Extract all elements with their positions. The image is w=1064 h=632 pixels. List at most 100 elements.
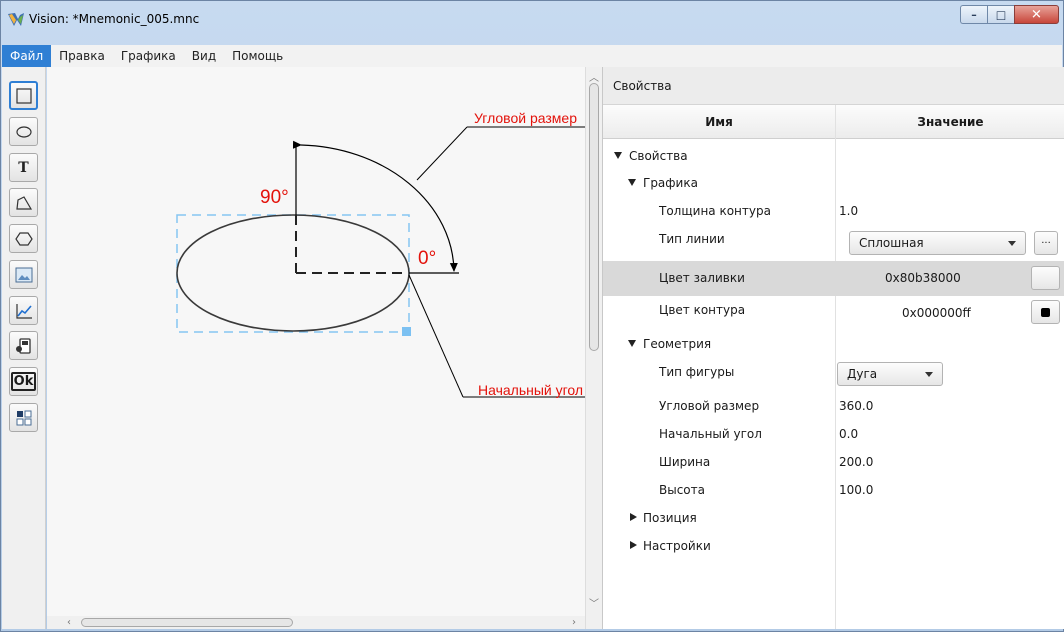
prop-value[interactable]: 200.0 (839, 448, 873, 476)
fill-color-button[interactable] (1031, 266, 1060, 290)
chart-icon (15, 303, 32, 319)
prop-label: Тип линии (659, 232, 725, 246)
prop-value[interactable]: 360.0 (839, 392, 873, 420)
close-button[interactable]: ✕ (1014, 5, 1059, 24)
polygon-tool[interactable] (9, 224, 38, 253)
tree-row-settings[interactable]: Настройки (603, 532, 1064, 560)
tree-row-position[interactable]: Позиция (603, 504, 1064, 532)
prop-row-fill-color[interactable]: Цвет заливки 0x80b38000 (603, 261, 1064, 296)
tools-toolbar: T Ok (2, 67, 46, 629)
prop-label: Цвет контура (659, 303, 746, 317)
app-window: Vision: *Mnemonic_005.mnc – □ ✕ Файл Пра… (0, 0, 1064, 632)
color-swatch (1041, 308, 1050, 317)
expand-down-icon[interactable] (614, 152, 622, 159)
maximize-button[interactable]: □ (987, 5, 1014, 24)
scroll-left-icon[interactable]: ‹ (67, 616, 71, 629)
chevron-down-icon (1008, 241, 1016, 246)
prop-label: Высота (659, 483, 705, 497)
angle-0-label: 0° (418, 248, 437, 269)
scroll-up-icon[interactable]: ︿ (589, 69, 599, 84)
grid-icon (16, 410, 31, 425)
expand-right-icon[interactable] (630, 513, 637, 521)
prop-label: Тип фигуры (659, 365, 735, 379)
leader-angular (416, 126, 468, 181)
leader-start (408, 274, 464, 398)
line-type-more-button[interactable]: ... (1034, 231, 1058, 255)
tree-row-geometry[interactable]: Геометрия (603, 330, 1064, 358)
prop-value[interactable]: 100.0 (839, 476, 873, 504)
properties-panel-title: Свойства (603, 67, 1064, 105)
button-tool[interactable]: Ok (9, 367, 38, 396)
prop-row-stroke-width[interactable]: Толщина контура 1.0 (603, 197, 1064, 225)
menu-graphics[interactable]: Графика (113, 45, 184, 67)
prop-label: Ширина (659, 455, 711, 469)
tree-label-settings: Настройки (643, 539, 711, 553)
line-type-select[interactable]: Сплошная (849, 231, 1026, 255)
drawing-canvas[interactable]: Угловой размер Начальный угол 90° 0° (47, 67, 585, 616)
prop-label: Начальный угол (659, 427, 762, 441)
canvas-hscrollbar[interactable]: ‹ › (47, 616, 585, 629)
tree-row-graphics[interactable]: Графика (603, 169, 1064, 197)
canvas-vscrollbar[interactable]: ︿ ﹀ (585, 67, 602, 629)
prop-row-height[interactable]: Высота 100.0 (603, 476, 1064, 504)
menu-edit[interactable]: Правка (51, 45, 113, 67)
prop-label: Угловой размер (659, 399, 760, 413)
expand-right-icon[interactable] (630, 541, 637, 549)
menu-help[interactable]: Помощь (224, 45, 291, 67)
canvas-drawing (176, 126, 585, 398)
device-tool[interactable] (9, 331, 38, 360)
prop-row-start-angle[interactable]: Начальный угол 0.0 (603, 420, 1064, 448)
scroll-right-icon[interactable]: › (572, 616, 576, 629)
window-title: Vision: *Mnemonic_005.mnc (29, 12, 200, 26)
tree-label-geometry: Геометрия (643, 337, 712, 351)
shape-type-select[interactable]: Дуга (837, 362, 943, 386)
tree-label-graphics: Графика (643, 176, 698, 190)
prop-row-angular-size[interactable]: Угловой размер 360.0 (603, 392, 1064, 420)
prop-value[interactable]: 0.0 (839, 420, 858, 448)
rectangle-tool[interactable] (9, 81, 38, 110)
widget-tool[interactable] (9, 403, 38, 432)
angle-90-label: 90° (260, 187, 289, 208)
hscroll-thumb[interactable] (81, 618, 293, 627)
stroke-color-button[interactable] (1031, 300, 1060, 324)
text-tool[interactable]: T (9, 153, 38, 182)
chevron-down-icon (925, 372, 933, 377)
app-logo-icon (8, 13, 24, 26)
column-header-value[interactable]: Значение (836, 105, 1064, 139)
text-icon: T (18, 159, 29, 176)
menu-view[interactable]: Вид (184, 45, 224, 67)
rectangle-icon (15, 87, 32, 104)
prop-label: Толщина контура (659, 204, 771, 218)
expand-down-icon[interactable] (628, 179, 636, 186)
angular-size-annotation: Угловой размер (474, 110, 577, 126)
properties-panel: Свойства Имя Значение Свойства Графика Т… (602, 67, 1064, 629)
line-type-value: Сплошная (859, 236, 924, 250)
tree-row-root[interactable]: Свойства (603, 142, 1064, 170)
prop-value[interactable]: 0x80b38000 (885, 261, 961, 296)
menu-file[interactable]: Файл (2, 45, 52, 67)
ellipse-shape[interactable] (176, 214, 410, 332)
minimize-button[interactable]: – (960, 5, 987, 24)
expand-down-icon[interactable] (628, 340, 636, 347)
tree-label-root: Свойства (629, 149, 688, 163)
menu-bar: Файл Правка Графика Вид Помощь (2, 45, 1062, 67)
column-header-name[interactable]: Имя (603, 105, 835, 139)
prop-row-shape-type[interactable]: Тип фигуры Дуга (603, 358, 1064, 392)
prop-row-stroke-color[interactable]: Цвет контура 0x000000ff (603, 296, 1064, 330)
ellipse-icon (15, 125, 32, 138)
polyline-tool[interactable] (9, 188, 38, 217)
chart-tool[interactable] (9, 296, 38, 325)
image-icon (15, 267, 32, 282)
prop-row-width[interactable]: Ширина 200.0 (603, 448, 1064, 476)
prop-value[interactable]: 1.0 (839, 197, 858, 225)
prop-value[interactable]: 0x000000ff (902, 296, 971, 330)
image-tool[interactable] (9, 260, 38, 289)
ellipse-tool[interactable] (9, 117, 38, 146)
vscroll-thumb[interactable] (589, 83, 599, 351)
resize-handle[interactable] (402, 327, 411, 336)
shape-type-value: Дуга (847, 367, 878, 381)
prop-row-line-type[interactable]: Тип линии Сплошная ... (603, 225, 1064, 261)
scroll-down-icon[interactable]: ﹀ (589, 595, 599, 610)
prop-label: Цвет заливки (659, 271, 745, 285)
title-bar: Vision: *Mnemonic_005.mnc – □ ✕ (1, 1, 1063, 43)
